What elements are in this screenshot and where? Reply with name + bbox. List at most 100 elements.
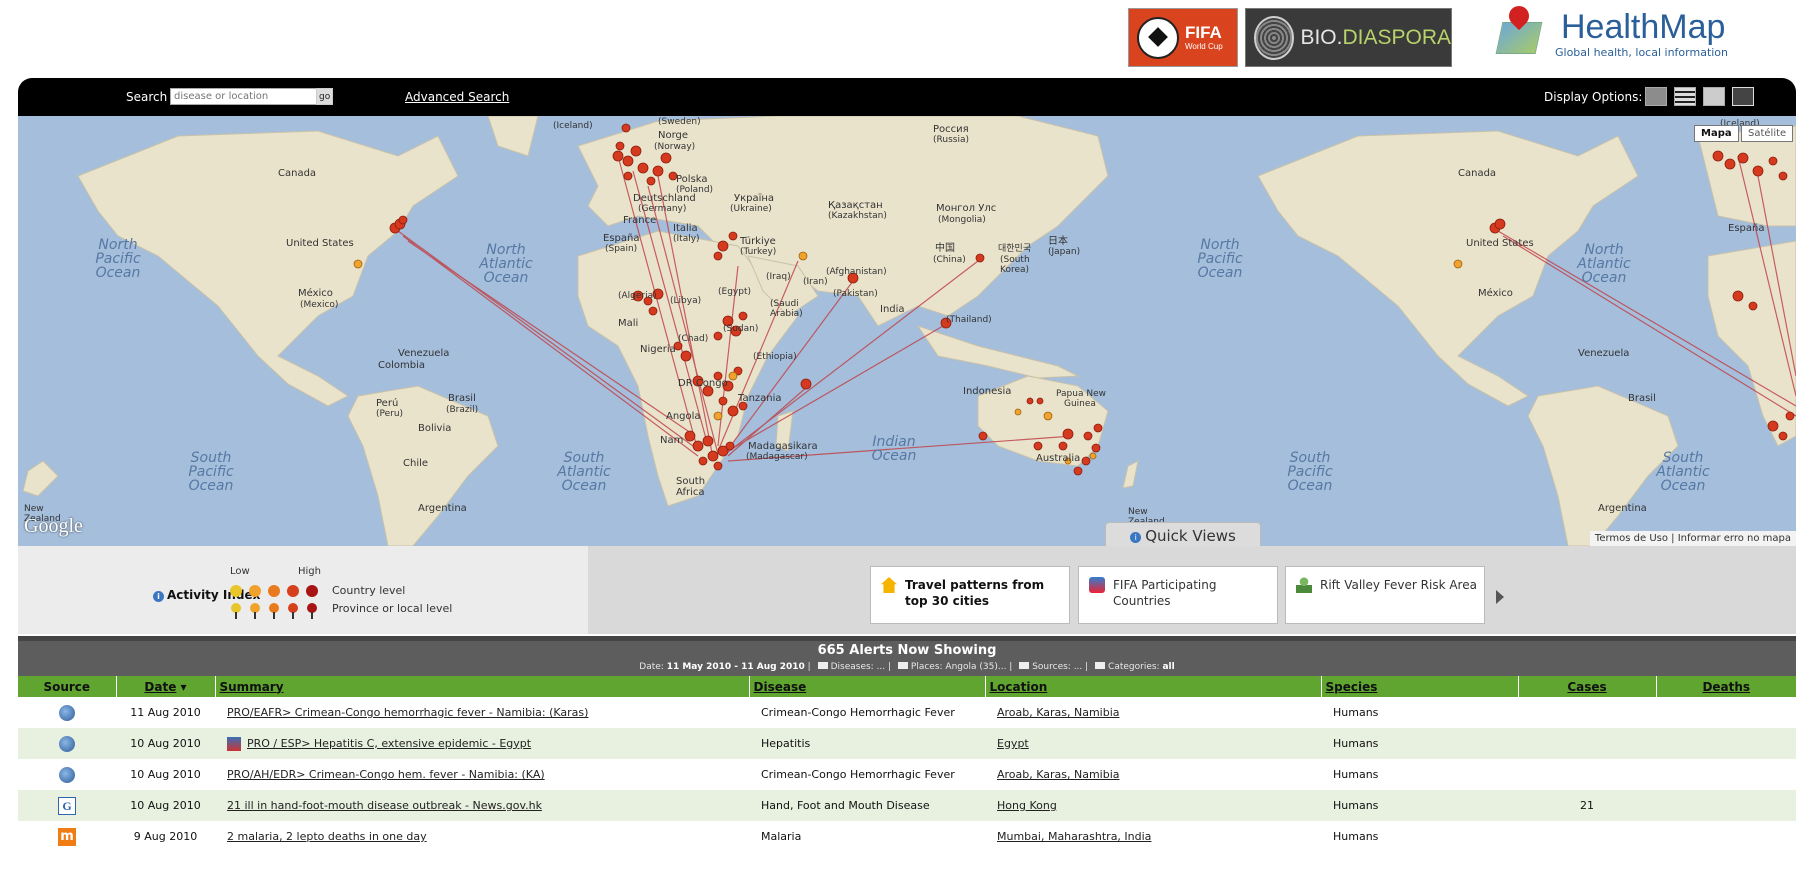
map-label-sweden: (Sweden) (658, 117, 701, 127)
map-label-nigeria: Nigeria (640, 344, 676, 355)
column-summary[interactable]: Summary (214, 676, 749, 697)
map-label-iraq: (Iraq) (766, 272, 791, 282)
map-view-icon[interactable] (1645, 87, 1667, 106)
map-type-satellite-button[interactable]: Satélite (1741, 125, 1794, 142)
biodiaspora-logo-text-1: BIO. (1300, 25, 1343, 49)
biodiaspora-seal-icon (1254, 15, 1295, 60)
alert-location-link[interactable]: Egypt (997, 737, 1029, 750)
quick-view-fifa-countries[interactable]: FIFA Participating Countries (1078, 566, 1278, 624)
healthmap-logo-tagline: Global health, local information (1555, 46, 1729, 59)
map-label-venezuela: Venezuela (398, 348, 449, 359)
table-row[interactable]: 10 Aug 2010 PRO / ESP> Hepatitis C, exte… (18, 728, 1796, 759)
alert-location-link[interactable]: Mumbai, Maharashtra, India (997, 830, 1151, 843)
table-row[interactable]: 11 Aug 2010 PRO/EAFR> Crimean-Congo hemo… (18, 697, 1796, 728)
alert-location-link[interactable]: Aroab, Karas, Namibia (997, 768, 1120, 781)
column-disease[interactable]: Disease (748, 676, 985, 697)
alert-summary-link[interactable]: PRO/EAFR> Crimean-Congo hemorrhagic feve… (227, 706, 588, 719)
alert-disease: Crimean-Congo Hemorrhagic Fever (761, 706, 955, 719)
map-label-japan: 日本 (1048, 234, 1068, 247)
map-label-korea-sub1: (South (1000, 255, 1030, 265)
alert-location-link[interactable]: Aroab, Karas, Namibia (997, 706, 1120, 719)
alerts-summary-bar: 665 Alerts Now Showing Date: 11 May 2010… (18, 636, 1796, 676)
alert-date: 9 Aug 2010 (133, 830, 198, 843)
filter-sources[interactable]: Sources: ... (1032, 662, 1082, 672)
map-label-brazil: (Brazil) (446, 405, 478, 415)
search-label: Search (126, 90, 168, 104)
quick-view-rift-valley[interactable]: Rift Valley Fever Risk Area (1285, 566, 1485, 624)
table-row[interactable]: m 9 Aug 2010 2 malaria, 2 lepto deaths i… (18, 821, 1796, 852)
province-pin-2-icon (250, 603, 260, 619)
fullscreen-icon[interactable] (1732, 87, 1754, 106)
map-label-argentina-repeat: Argentina (1598, 503, 1647, 514)
column-location[interactable]: Location (984, 676, 1321, 697)
legend-high-label: High (298, 566, 321, 577)
filter-date-value[interactable]: 11 May 2010 - 11 Aug 2010 (667, 662, 805, 672)
alert-disease: Hepatitis (749, 728, 985, 759)
map-label-mali: Mali (618, 318, 638, 329)
map-canvas: Canada United States México (Mexico) Ven… (22, 116, 1796, 546)
info-icon[interactable]: i (153, 591, 164, 602)
map-label-algeria: (Algeria) (618, 291, 657, 301)
map-label-usa: United States (286, 238, 354, 249)
terms-of-use-link[interactable]: Termos de Uso (1595, 533, 1668, 544)
map-label-bolivia: Bolivia (418, 423, 451, 434)
media-source-icon[interactable]: m (58, 827, 76, 846)
alert-map[interactable]: Canada United States México (Mexico) Ven… (18, 116, 1796, 546)
alert-summary-link[interactable]: PRO/AH/EDR> Crimean-Congo hem. fever - N… (227, 768, 545, 781)
alerts-count-title: 665 Alerts Now Showing (817, 643, 997, 658)
alert-summary-link[interactable]: 21 ill in hand-foot-mouth disease outbre… (227, 799, 542, 812)
alert-species: Humans (1321, 790, 1518, 821)
column-species[interactable]: Species (1320, 676, 1518, 697)
map-type-mapa-button[interactable]: Mapa (1694, 125, 1739, 142)
map-label-png-1: Papua New (1056, 389, 1106, 399)
alert-deaths (1656, 821, 1796, 852)
map-label-turkey: (Turkey) (740, 247, 776, 257)
quick-view-travel-patterns[interactable]: Travel patterns from top 30 cities (870, 566, 1070, 624)
table-row[interactable]: 10 Aug 2010 PRO/AH/EDR> Crimean-Congo he… (18, 759, 1796, 790)
fifa-world-cup-logo[interactable]: FIFA World Cup (1128, 8, 1238, 67)
map-label-peru-sub: (Peru) (376, 409, 403, 419)
filter-icon (1019, 662, 1030, 669)
map-label-italia: Italia (673, 223, 698, 234)
alert-summary-link[interactable]: PRO / ESP> Hepatitis C, extensive epidem… (247, 737, 531, 750)
promed-source-icon[interactable] (59, 735, 75, 752)
column-date[interactable]: Date ▾ (115, 676, 215, 697)
map-footer-links: Termos de Uso | Informar erro no mapa (1589, 531, 1796, 546)
alert-deaths (1656, 790, 1796, 821)
list-view-icon[interactable] (1674, 87, 1696, 106)
quick-view-fifa-label: FIFA Participating Countries (1113, 578, 1217, 608)
filter-diseases[interactable]: Diseases: ... (831, 662, 886, 672)
biodiaspora-logo[interactable]: BIO. DIASPORA (1245, 8, 1452, 67)
column-deaths[interactable]: Deaths (1655, 676, 1796, 697)
table-row[interactable]: G 10 Aug 2010 21 ill in hand-foot-mouth … (18, 790, 1796, 821)
table-header-row: Source Date ▾ Summary Disease Location S… (18, 676, 1796, 697)
split-view-icon[interactable] (1703, 87, 1725, 106)
column-disease-label: Disease (753, 679, 807, 694)
filter-places[interactable]: Places: Angola (35)... (911, 662, 1007, 672)
healthmap-logo[interactable]: HealthMap Global health, local informati… (1495, 1, 1745, 64)
promed-source-icon[interactable] (59, 704, 75, 721)
filter-icon (897, 662, 908, 669)
report-map-error-link[interactable]: Informar erro no mapa (1678, 533, 1791, 544)
map-label-norway: (Norway) (654, 142, 695, 152)
country-dot-3-icon (268, 585, 280, 597)
google-news-source-icon[interactable]: G (58, 796, 76, 815)
quick-views-tab[interactable]: i Quick Views (1105, 522, 1261, 549)
filter-categories-value[interactable]: all (1162, 662, 1174, 672)
map-label-chad: (Chad) (678, 334, 708, 344)
map-label-brasil: Brasil (448, 393, 476, 404)
advanced-search-link[interactable]: Advanced Search (405, 90, 509, 104)
column-cases[interactable]: Cases (1517, 676, 1656, 697)
map-label-sudan: (Sudan) (723, 324, 758, 334)
go-button[interactable]: go (316, 88, 334, 105)
map-label-mongolia-sub: (Mongolia) (938, 215, 986, 225)
activity-legend: i Activity Index Low High Country level P… (18, 546, 588, 634)
province-pin-1-icon (231, 603, 241, 619)
search-input[interactable] (170, 88, 320, 105)
alert-location-link[interactable]: Hong Kong (997, 799, 1057, 812)
next-arrow-icon[interactable] (1496, 590, 1504, 604)
map-label-mexico: México (298, 287, 333, 299)
promed-source-icon[interactable] (59, 766, 75, 783)
alert-species: Humans (1333, 706, 1379, 719)
alert-summary-link[interactable]: 2 malaria, 2 lepto deaths in one day (227, 830, 427, 843)
